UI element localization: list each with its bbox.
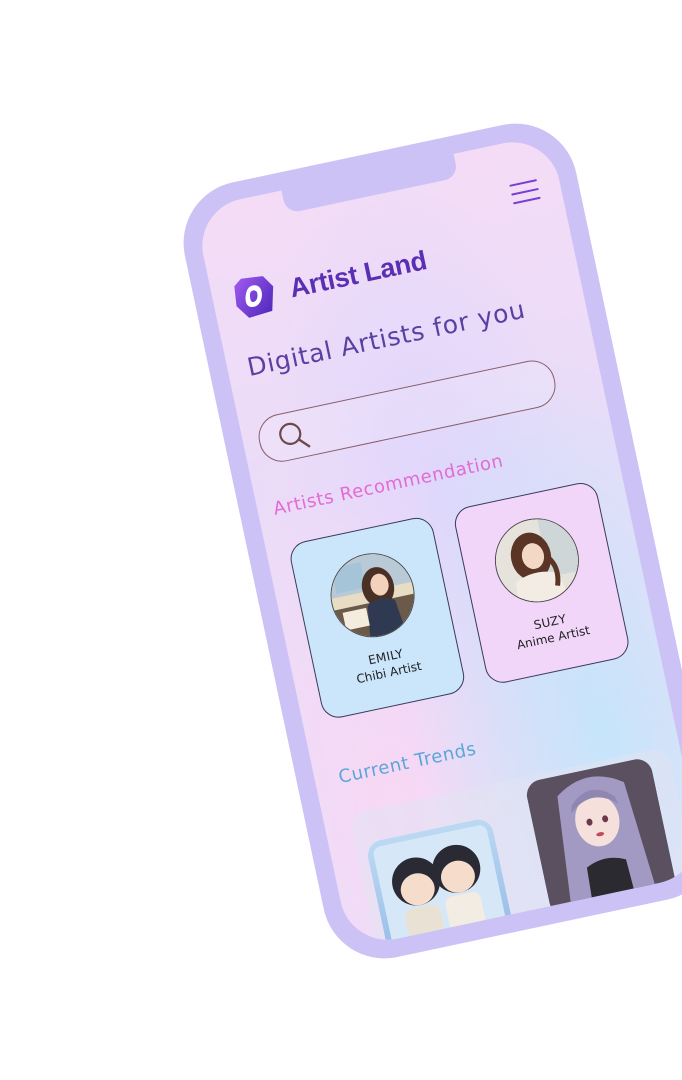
search-icon[interactable]	[275, 417, 313, 455]
app-screen: Artist Land Digital Artists for you Arti…	[193, 133, 682, 949]
stage: Artist Land Digital Artists for you Arti…	[0, 0, 682, 1080]
artist-avatar-emily	[322, 545, 423, 646]
hamburger-menu-icon[interactable]	[509, 179, 541, 206]
artist-avatar-suzy	[487, 510, 587, 611]
brand-header: Artist Land	[229, 238, 431, 322]
trend-card-chibi[interactable]	[364, 816, 519, 949]
phone-mockup: Artist Land Digital Artists for you Arti…	[172, 112, 682, 970]
trend-card-anime[interactable]	[523, 756, 678, 918]
brand-name: Artist Land	[286, 244, 430, 303]
phone-notch	[280, 147, 459, 214]
artist-land-logo	[234, 276, 274, 318]
search-input[interactable]	[254, 356, 560, 466]
trends-heading: Current Trends	[336, 738, 479, 789]
artist-card-suzy[interactable]: SUZY Anime Artist	[451, 479, 632, 687]
artist-card-emily[interactable]: EMILY Chibi Artist	[287, 514, 468, 721]
trends-panel	[348, 746, 682, 949]
